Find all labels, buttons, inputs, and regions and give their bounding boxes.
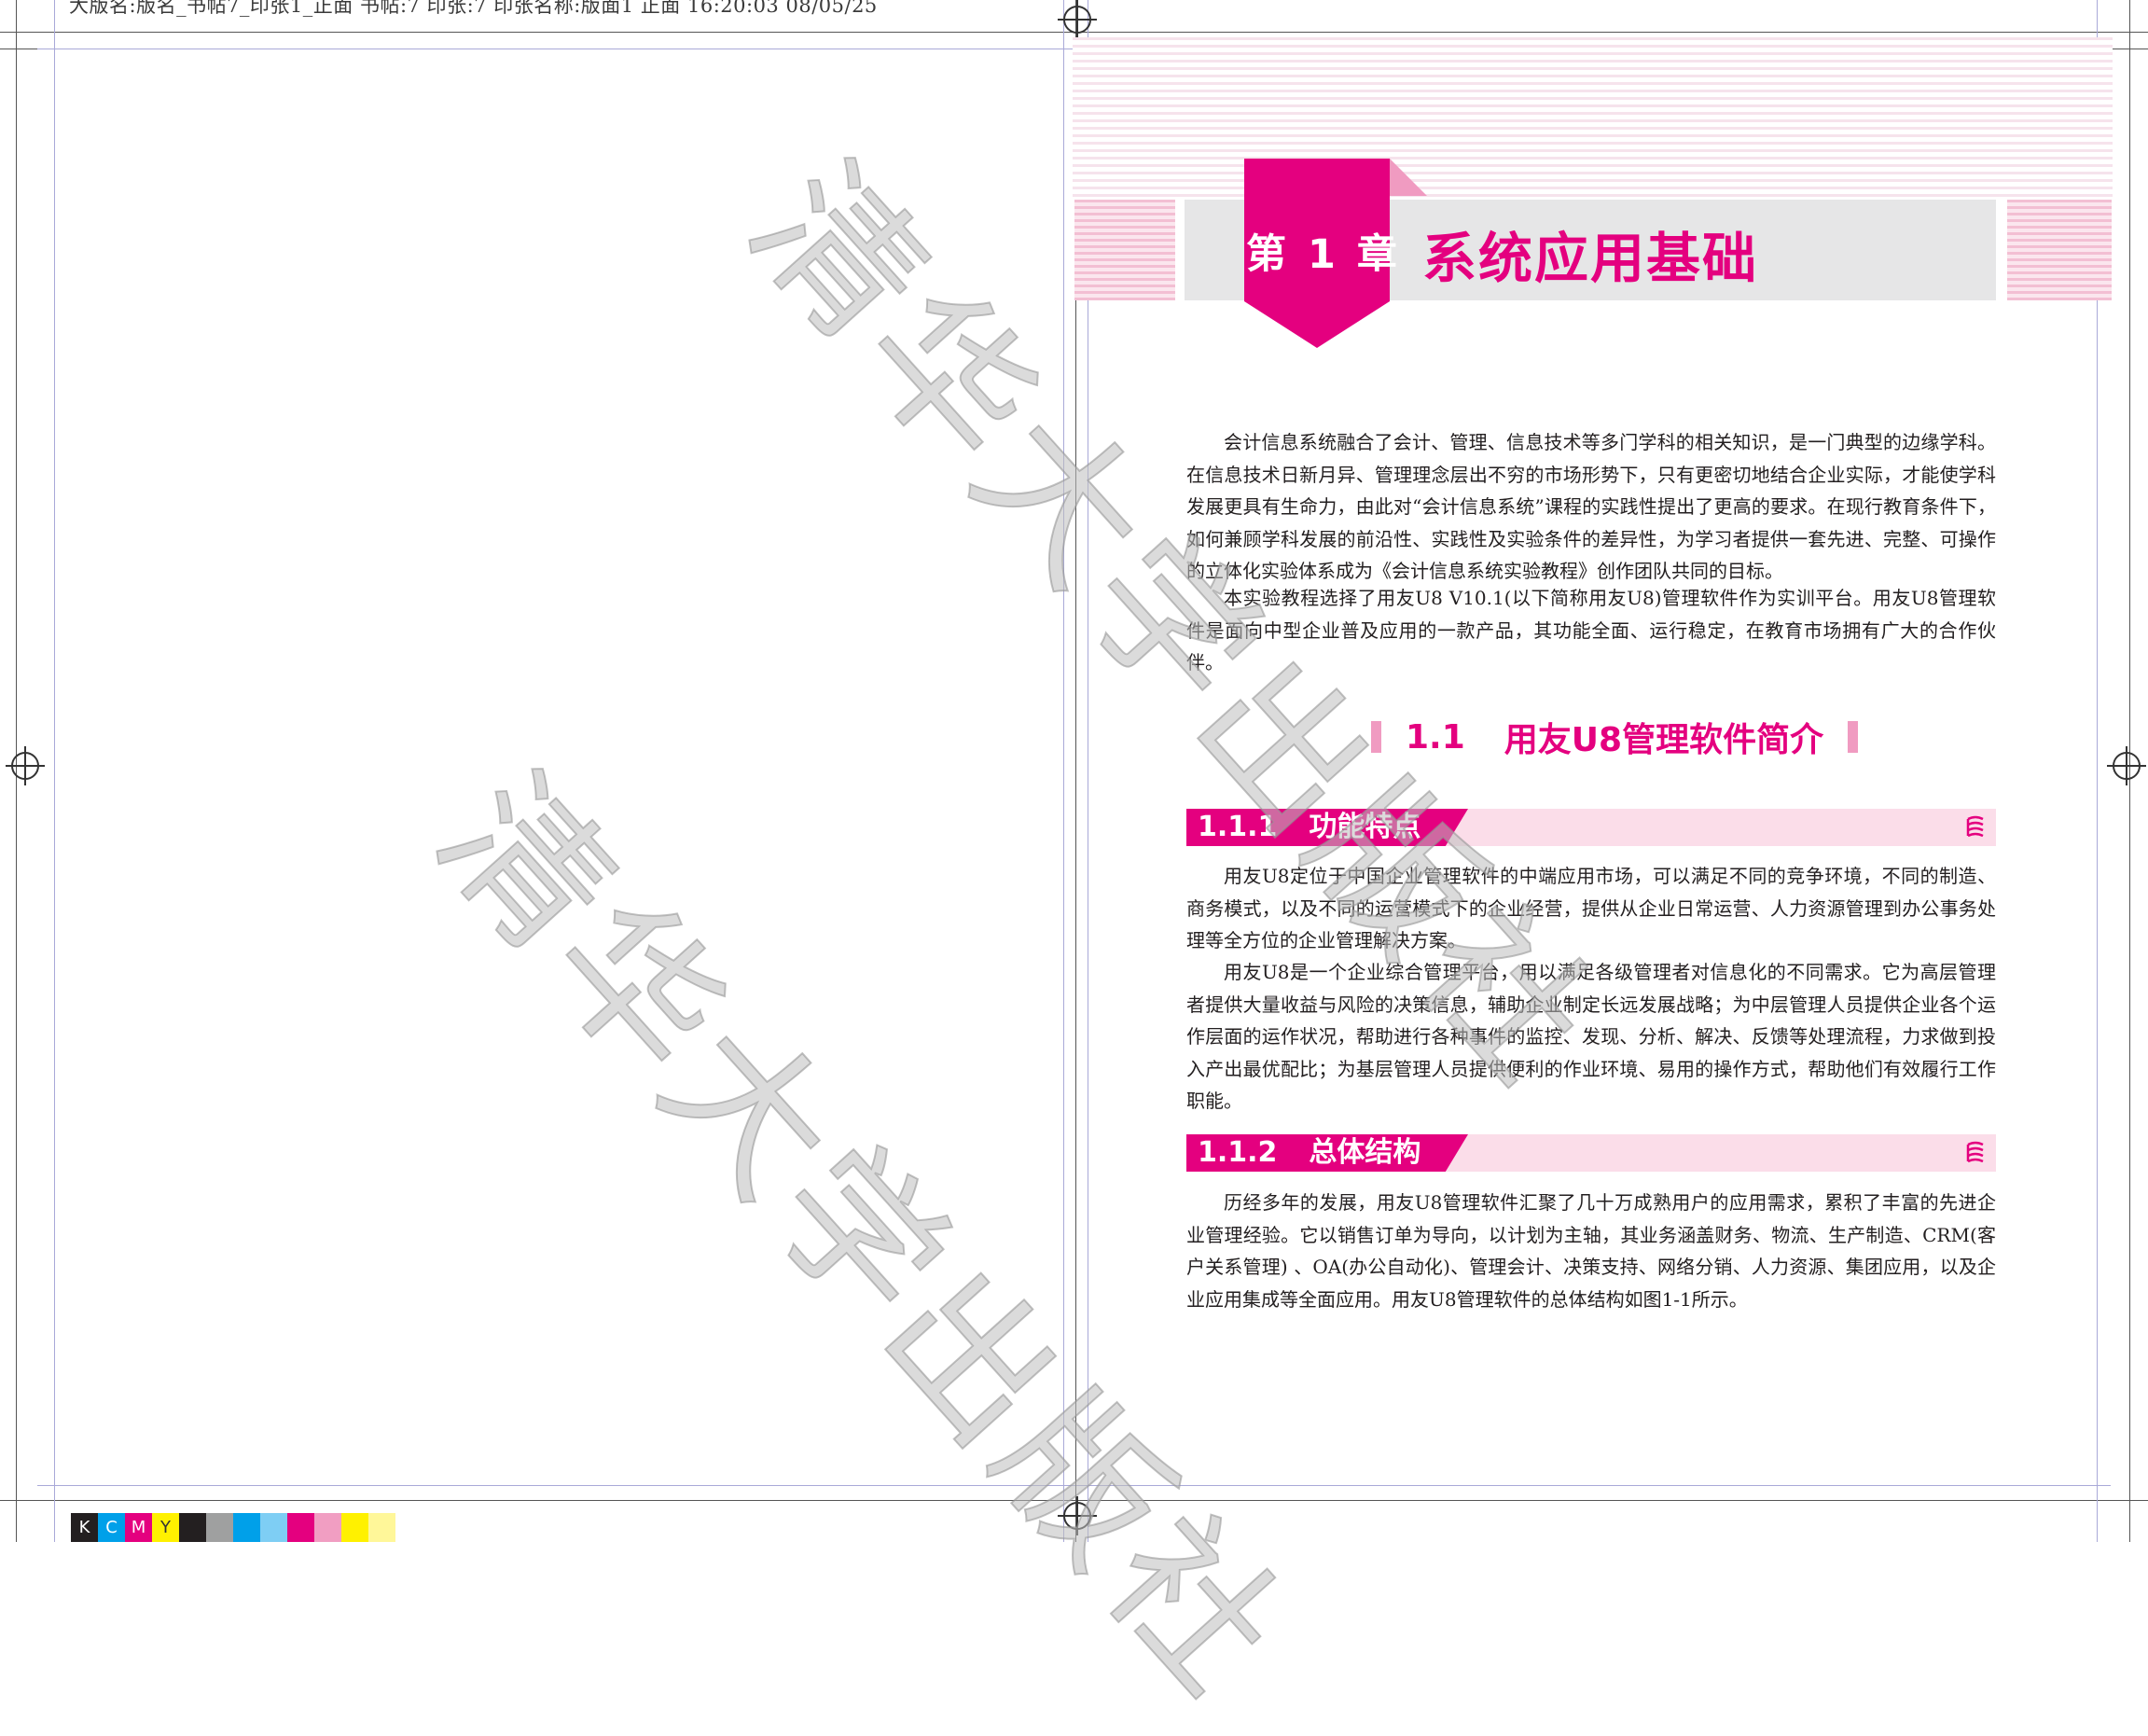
color-patch-magenta (287, 1513, 314, 1542)
header-side-stripe-left (1074, 200, 1175, 300)
trim-guide-left (54, 0, 55, 1542)
color-patch-yellow-light (368, 1513, 395, 1542)
color-patch-yellow (341, 1513, 368, 1542)
chapter-number: 第 1 章 (1246, 231, 1401, 278)
color-patch-k: K (71, 1513, 98, 1542)
color-patch-c: C (98, 1513, 125, 1542)
color-patch-cyan-light (260, 1513, 287, 1542)
subsection-2-paragraph-1: 历经多年的发展，用友U8管理软件汇聚了几十万成熟用户的应用需求，累积了丰富的先进… (1186, 1191, 1996, 1311)
subsection-2-title: 总体结构 (1309, 1136, 1421, 1169)
book-stack-icon (1966, 1141, 1984, 1163)
section-title: 用友U8管理软件简介 (1504, 721, 1824, 759)
book-stack-icon (1966, 815, 1984, 838)
chapter-title: 系统应用基础 (1422, 227, 1759, 290)
subsection-2-heading: 1.1.2 总体结构 (1198, 1134, 1420, 1172)
color-patch-magenta-light (314, 1513, 341, 1542)
color-patch-black (179, 1513, 206, 1542)
header-side-stripe-right (2007, 200, 2112, 300)
registration-mark-right (2107, 746, 2146, 785)
intro-paragraph-1: 会计信息系统融合了会计、管理、信息技术等多门学科的相关知识，是一门典型的边缘学科… (1186, 431, 1996, 582)
color-patch-y: Y (152, 1513, 179, 1542)
color-patch-gray (206, 1513, 233, 1542)
color-patch-m: M (125, 1513, 152, 1542)
registration-mark-top (1058, 0, 1097, 39)
color-control-bar: K C M Y (71, 1513, 395, 1542)
registration-mark-left (6, 746, 45, 785)
section-bar-right (1848, 721, 1859, 753)
color-patch-cyan (233, 1513, 260, 1542)
subsection-2-number: 1.1.2 (1198, 1136, 1278, 1169)
header-stripe-band (1073, 37, 2113, 201)
print-slug-line: 大版名:版名_书帖7_印张1_正面 书帖:7 印张:7 印张名称:版面1 正面 … (69, 0, 878, 17)
